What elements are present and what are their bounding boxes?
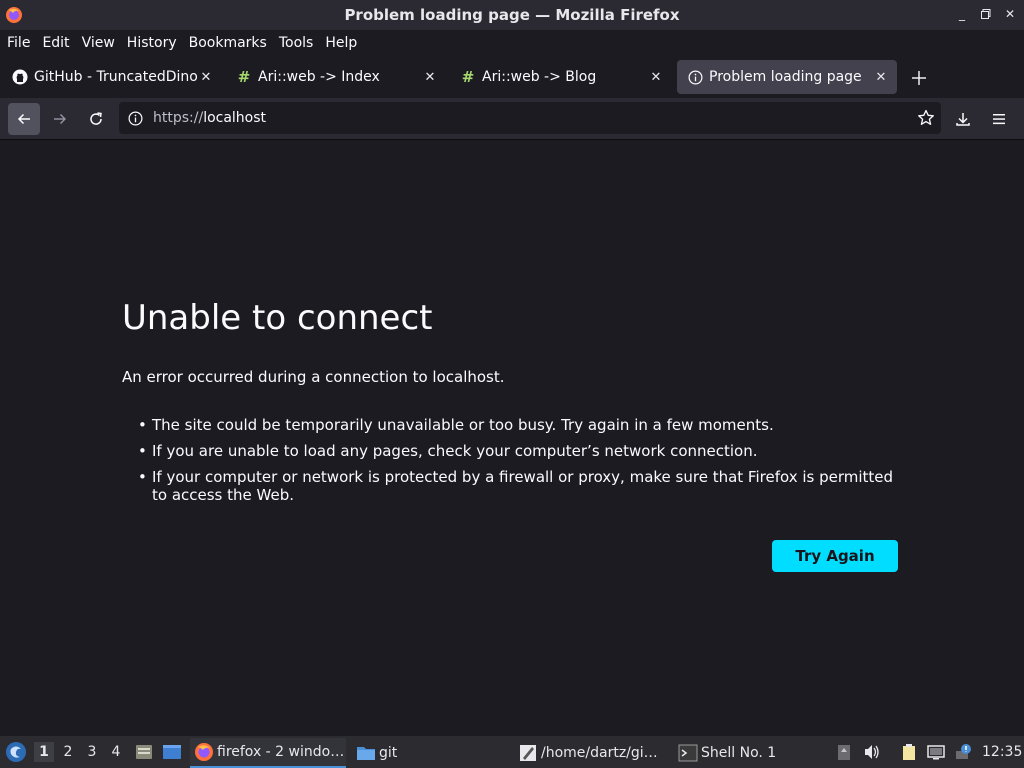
file-manager-launcher-icon[interactable]	[134, 742, 154, 762]
taskbar-task-editor[interactable]: /home/dartz/gi…	[514, 738, 666, 768]
close-tab-icon[interactable]: ✕	[198, 69, 214, 85]
network-tray-icon[interactable]	[954, 743, 972, 761]
taskbar-task-label: Shell No. 1	[701, 745, 777, 761]
menu-file[interactable]: File	[7, 35, 36, 51]
menu-bar: File Edit View History Bookmarks Tools H…	[0, 30, 1024, 56]
firefox-icon	[195, 743, 213, 761]
menu-edit[interactable]: Edit	[42, 35, 75, 51]
workspace-2[interactable]: 2	[58, 742, 78, 762]
try-again-button[interactable]: Try Again	[772, 540, 898, 572]
menu-bookmarks[interactable]: Bookmarks	[189, 35, 273, 51]
error-suggestion-item: If your computer or network is protected…	[138, 468, 908, 504]
notes-tray-icon[interactable]	[900, 743, 918, 761]
taskbar-task-firefox[interactable]: firefox - 2 windo…	[190, 738, 346, 768]
window-title: Problem loading page — Mozilla Firefox	[344, 6, 680, 24]
tab-problem-loading[interactable]: Problem loading page ✕	[677, 60, 897, 94]
display-tray-icon[interactable]	[927, 743, 945, 761]
window-titlebar: Problem loading page — Mozilla Firefox _…	[0, 0, 1024, 30]
maximize-button[interactable]	[980, 6, 992, 22]
menu-tools[interactable]: Tools	[279, 35, 320, 51]
taskbar-task-label: firefox - 2 windo…	[217, 744, 345, 760]
workspace-3[interactable]: 3	[82, 742, 102, 762]
taskbar-task-label: /home/dartz/gi…	[541, 745, 658, 761]
taskbar-task-git[interactable]: git	[352, 738, 502, 768]
app-menu-button[interactable]	[983, 103, 1015, 135]
hamburger-menu-icon	[993, 114, 1005, 125]
firefox-icon	[6, 7, 22, 23]
forward-button[interactable]	[44, 103, 76, 135]
window-controls: _ ✕	[956, 6, 1016, 22]
downloads-button[interactable]	[947, 103, 979, 135]
folder-icon	[357, 747, 375, 760]
close-tab-icon[interactable]: ✕	[873, 69, 889, 85]
taskbar: 1 2 3 4 firefox - 2 windo… git /home/dar…	[0, 736, 1024, 768]
navigation-toolbar: https://localhost	[0, 98, 1024, 140]
tab-ariweb-blog[interactable]: # Ari::web -> Blog ✕	[450, 60, 672, 94]
tab-strip: GitHub - TruncatedDinosaur ✕ # Ari::web …	[0, 58, 1024, 98]
desktop-launcher-icon[interactable]	[162, 742, 182, 762]
new-tab-button[interactable]	[908, 67, 930, 89]
taskbar-task-label: git	[379, 745, 398, 761]
tab-label: GitHub - TruncatedDinosaur	[34, 69, 198, 85]
tab-label: Ari::web -> Blog	[482, 69, 597, 85]
tab-ariweb-index[interactable]: # Ari::web -> Index ✕	[226, 60, 446, 94]
tab-github[interactable]: GitHub - TruncatedDinosaur ✕	[2, 60, 222, 94]
tab-label: Problem loading page	[709, 69, 862, 85]
terminal-icon	[678, 744, 698, 762]
clock: 12:35	[982, 744, 1023, 760]
error-suggestion-item: The site could be temporarily unavailabl…	[138, 416, 908, 434]
minimize-button[interactable]: _	[956, 6, 968, 22]
close-window-button[interactable]: ✕	[1004, 6, 1016, 22]
bookmark-star-icon[interactable]	[917, 109, 935, 127]
hash-favicon-icon: #	[237, 68, 251, 86]
plus-icon	[912, 71, 926, 85]
arrow-right-icon	[54, 113, 67, 125]
menu-history[interactable]: History	[127, 35, 183, 51]
workspace-4[interactable]: 4	[106, 742, 126, 762]
hash-favicon-icon: #	[461, 68, 475, 86]
restore-icon	[981, 9, 991, 19]
error-title: Unable to connect	[122, 298, 433, 338]
menu-help[interactable]: Help	[325, 35, 363, 51]
tab-label: Ari::web -> Index	[258, 69, 380, 85]
workspace-1[interactable]: 1	[34, 742, 54, 762]
error-suggestions: The site could be temporarily unavailabl…	[138, 416, 908, 512]
close-tab-icon[interactable]: ✕	[422, 69, 438, 85]
error-suggestion-item: If you are unable to load any pages, che…	[138, 442, 908, 460]
url-text[interactable]: https://localhost	[153, 110, 266, 126]
reload-button[interactable]	[80, 103, 112, 135]
menu-view[interactable]: View	[82, 35, 121, 51]
error-description: An error occurred during a connection to…	[122, 368, 505, 386]
taskbar-task-shell[interactable]: Shell No. 1	[674, 738, 826, 768]
start-menu-icon[interactable]	[5, 741, 27, 763]
reload-icon	[90, 112, 102, 125]
url-bar[interactable]: https://localhost	[119, 102, 941, 134]
back-button[interactable]	[8, 103, 40, 135]
arrow-left-icon	[17, 113, 30, 125]
clipboard-tray-icon[interactable]	[835, 743, 853, 761]
text-editor-icon	[520, 745, 536, 761]
url-host: localhost	[203, 110, 267, 126]
download-icon	[956, 113, 970, 126]
site-info-icon[interactable]	[127, 110, 143, 126]
page-content: Unable to connect An error occurred duri…	[0, 140, 1024, 736]
github-icon	[12, 69, 28, 85]
close-tab-icon[interactable]: ✕	[648, 69, 664, 85]
url-scheme: https://	[153, 110, 204, 126]
volume-icon[interactable]	[863, 743, 881, 761]
info-icon	[687, 69, 703, 85]
